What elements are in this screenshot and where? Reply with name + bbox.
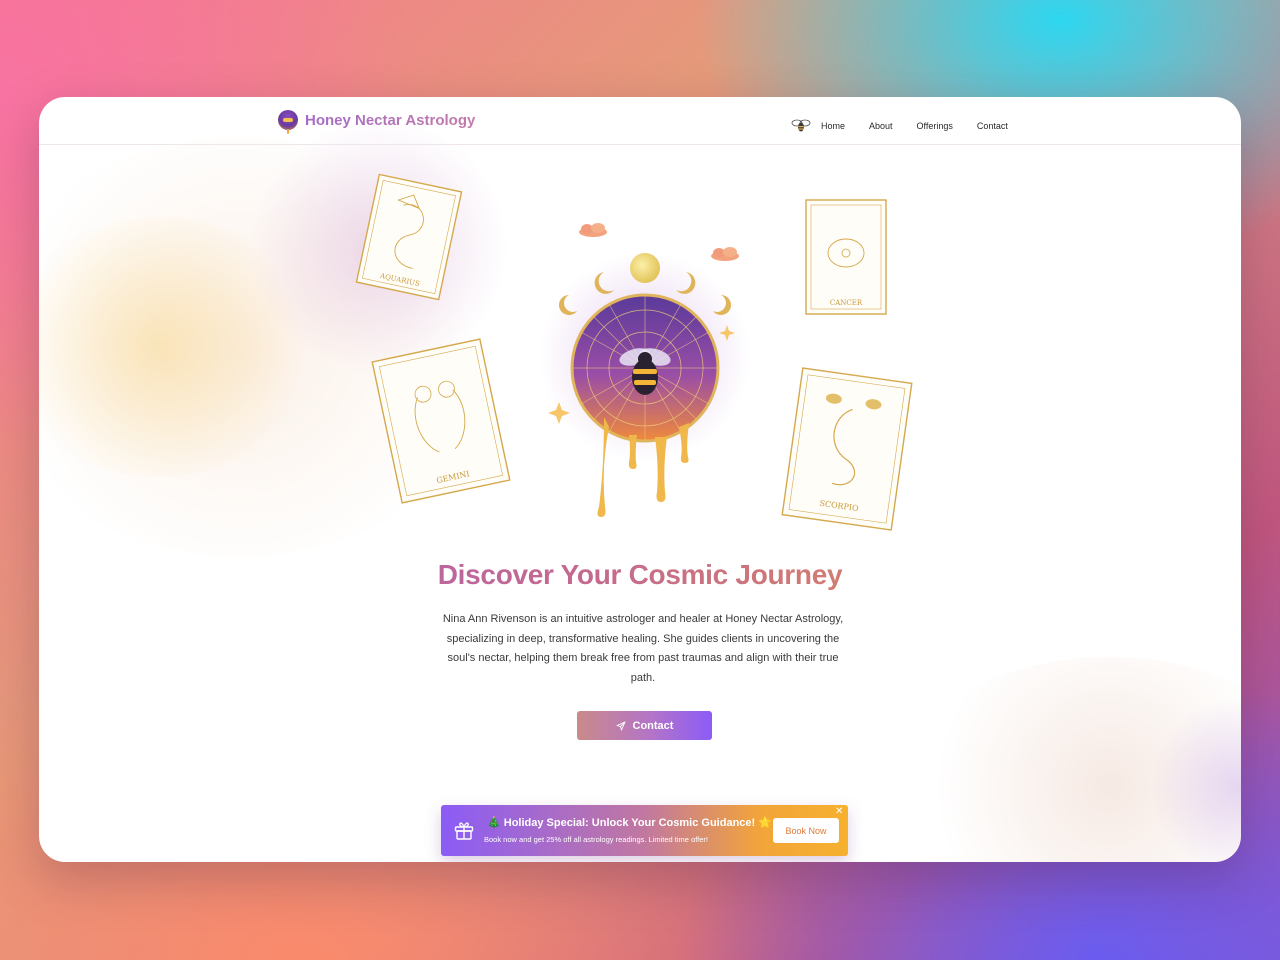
promo-title: 🎄 Holiday Special: Unlock Your Cosmic Gu… — [487, 817, 772, 829]
gift-icon — [454, 822, 474, 840]
hero-title: Discover Your Cosmic Journey — [39, 559, 1241, 591]
background-glow — [899, 657, 1241, 862]
tarot-card-aquarius: AQUARIUS — [355, 173, 463, 301]
zodiac-wheel — [570, 293, 720, 517]
tarot-card-scorpio: SCORPIO — [781, 367, 913, 531]
contact-button[interactable]: Contact — [577, 711, 712, 740]
close-icon[interactable]: ✕ — [835, 807, 845, 817]
hero-description: Nina Ann Rivenson is an intuitive astrol… — [442, 613, 844, 684]
book-now-button[interactable]: Book Now — [773, 818, 839, 843]
contact-button-label: Contact — [632, 719, 674, 732]
hero-illustration: AQUARIUS GEMINI CANCER SCORPIO — [355, 173, 913, 531]
tarot-card-cancer: CANCER — [805, 199, 887, 315]
cloud-icon — [579, 223, 607, 237]
holiday-promo-banner: 🎄 Holiday Special: Unlock Your Cosmic Gu… — [441, 805, 848, 856]
cloud-icon — [711, 247, 739, 261]
moon-icon — [630, 253, 660, 283]
send-icon — [616, 721, 625, 730]
promo-subtitle: Book now and get 25% off all astrology r… — [484, 835, 709, 844]
background-glow — [1149, 697, 1241, 862]
tarot-card-gemini: GEMINI — [371, 338, 511, 504]
browser-window: Honey Nectar Astrology Home About Offeri… — [39, 97, 1241, 862]
card-label: CANCER — [830, 299, 863, 307]
